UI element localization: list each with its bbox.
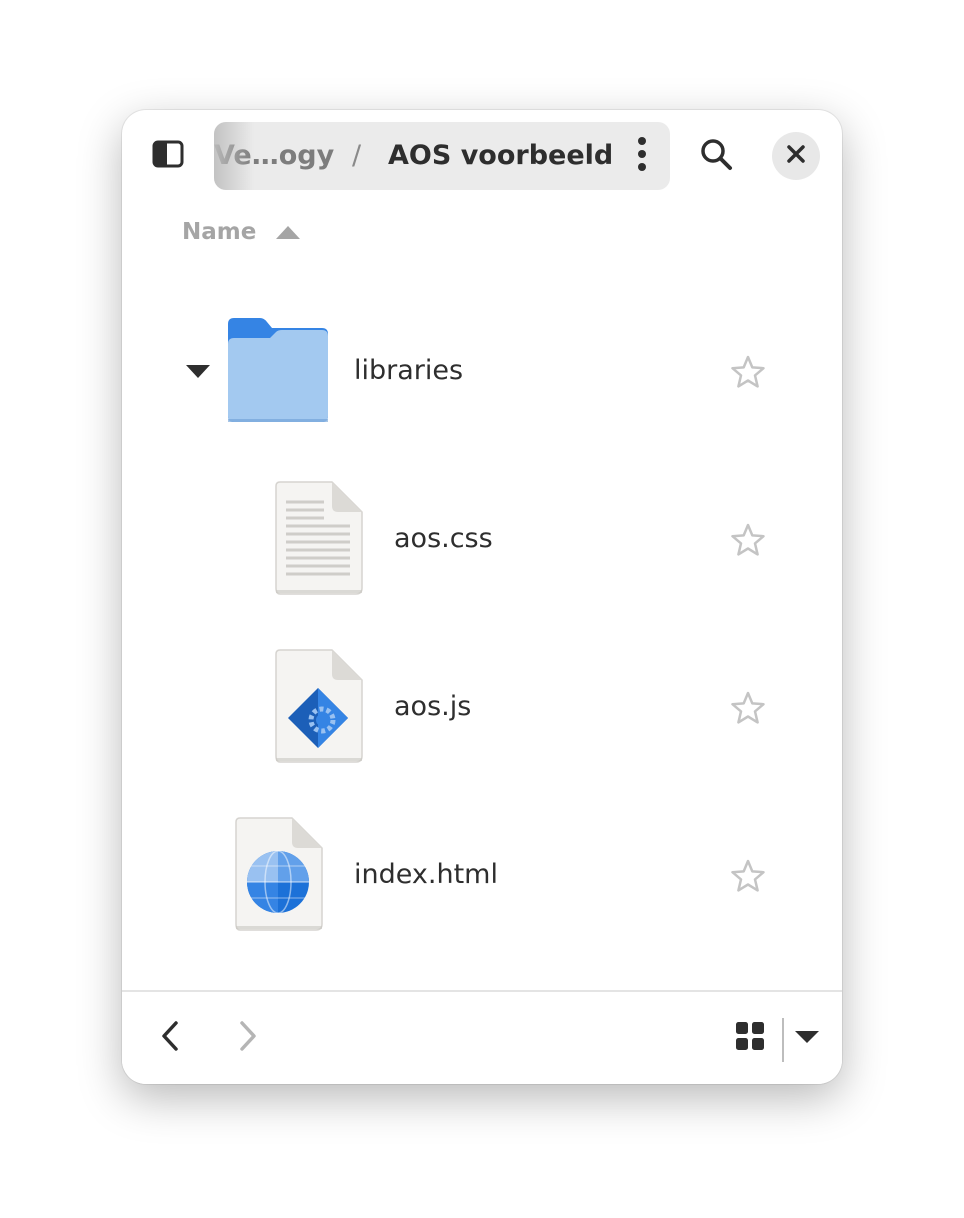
view-mode-button[interactable] [726,1014,774,1062]
vertical-dots-icon [636,136,648,176]
name-column-header[interactable]: Name [182,210,301,254]
expander-arrow-icon[interactable] [186,365,210,378]
star-icon[interactable] [728,856,768,896]
file-name: index.html [354,859,498,890]
star-icon[interactable] [728,688,768,728]
sort-ascending-icon [276,225,301,239]
file-row[interactable]: aos.js [122,632,842,782]
chevron-left-icon [160,1020,180,1056]
folder-icon [224,316,332,430]
back-button[interactable] [146,1014,194,1062]
view-options-dropdown-button[interactable] [786,1014,828,1062]
close-button[interactable] [772,132,820,180]
breadcrumb-parent[interactable]: Ve…ogy [214,122,334,190]
file-row[interactable]: aos.css [122,464,842,614]
file-name: libraries [354,355,464,386]
forward-button[interactable] [224,1014,272,1062]
path-bar: Ve…ogy / AOS voorbeeld [214,122,670,190]
file-name: aos.js [394,691,472,722]
search-icon [699,137,733,175]
footer-bar [122,990,842,1084]
html-file-icon [232,816,324,936]
sidebar-toggle-button[interactable] [144,132,192,180]
view-button-divider [782,1018,784,1062]
text-file-icon [272,480,364,600]
chevron-right-icon [238,1020,258,1056]
close-icon [787,145,805,167]
sidebar-panel-icon [152,140,184,172]
file-row[interactable]: index.html [122,800,842,950]
folder-menu-button[interactable] [618,132,666,180]
file-chooser-window: Ve…ogy / AOS voorbeeld Name libraries ao… [122,110,842,1084]
star-icon[interactable] [728,352,768,392]
star-icon[interactable] [728,520,768,560]
search-button[interactable] [692,132,740,180]
breadcrumb-current[interactable]: AOS voorbeeld [388,122,613,190]
dropdown-arrow-icon [795,1029,819,1048]
name-column-label: Name [182,219,257,245]
script-file-icon [272,648,364,768]
file-name: aos.css [394,523,493,554]
breadcrumb-separator: / [352,140,362,171]
file-row[interactable]: libraries [122,296,842,446]
header-bar: Ve…ogy / AOS voorbeeld [122,110,842,202]
grid-view-icon [735,1021,765,1055]
